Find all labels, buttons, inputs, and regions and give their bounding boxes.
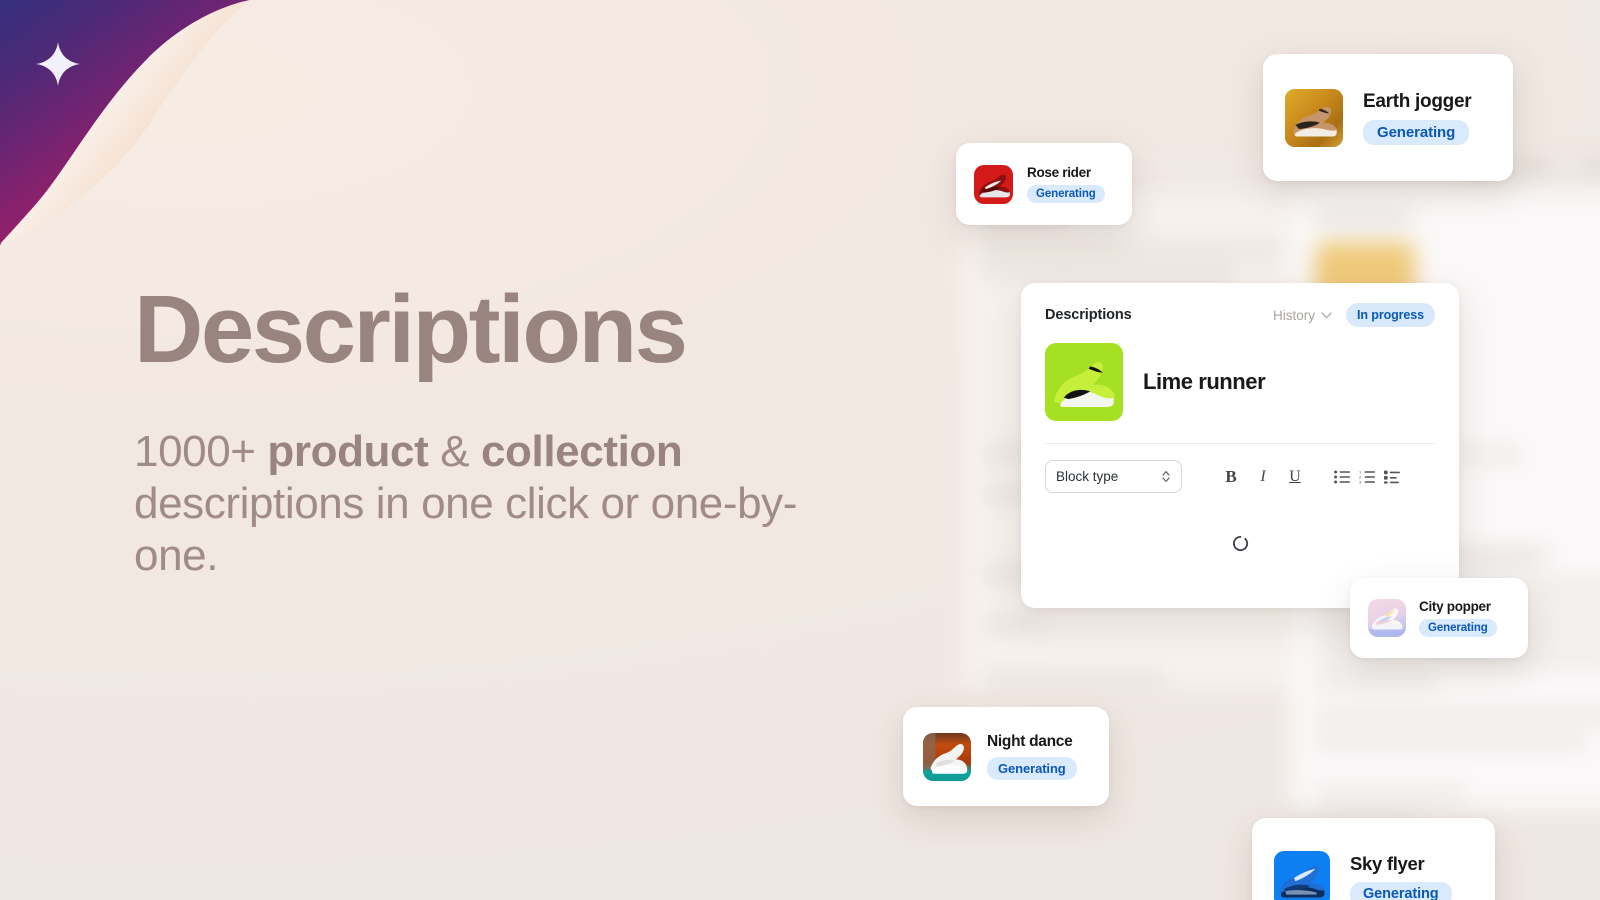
underline-button[interactable]: U (1284, 466, 1306, 488)
card-body: Rose rider Generating (1027, 165, 1105, 203)
card-body: Earth jogger Generating (1363, 90, 1472, 145)
subtitle-part-3: collection (480, 427, 683, 476)
card-body: Sky flyer Generating (1350, 853, 1452, 900)
select-arrows-icon (1162, 471, 1170, 482)
product-card-city-popper[interactable]: City popper Generating (1350, 578, 1528, 658)
history-label: History (1273, 307, 1316, 323)
history-dropdown[interactable]: History (1273, 308, 1332, 323)
card-status-badge: Generating (1363, 119, 1470, 145)
product-thumbnail (1274, 851, 1330, 900)
product-card-rose-rider[interactable]: Rose rider Generating (956, 143, 1132, 225)
product-name: Lime runner (1143, 369, 1266, 394)
sparkle-icon (36, 42, 80, 86)
product-thumbnail (974, 164, 1013, 204)
chevron-down-icon (1321, 311, 1332, 318)
page-curl-decoration (0, 0, 250, 250)
product-thumbnail (923, 732, 971, 781)
card-title: Rose rider (1027, 165, 1091, 180)
card-status-badge: Generating (987, 757, 1077, 780)
block-type-select[interactable]: Block type (1045, 460, 1182, 493)
bold-button[interactable]: B (1220, 466, 1242, 488)
numbered-list-icon[interactable]: 1 2 3 (1359, 470, 1375, 484)
text-format-group: B I U (1220, 466, 1306, 488)
descriptions-panel: Descriptions History In progress Lime ru… (1021, 283, 1459, 608)
card-body: City popper Generating (1419, 599, 1497, 637)
editor-toolbar: Block type B I U 1 2 3 (1045, 460, 1435, 493)
subtitle-part-2: & (428, 427, 481, 476)
panel-divider (1045, 443, 1435, 444)
loading-row (1045, 535, 1435, 552)
card-title: Night dance (987, 733, 1073, 750)
card-status-badge: Generating (1350, 881, 1452, 900)
panel-header: Descriptions History In progress (1045, 303, 1435, 327)
card-title: City popper (1419, 599, 1491, 614)
card-title: Earth jogger (1363, 90, 1472, 112)
hero-subtitle: 1000+ product & collection descriptions … (134, 426, 874, 582)
panel-header-actions: History In progress (1273, 303, 1435, 327)
card-status-badge: Generating (1027, 185, 1105, 203)
subtitle-part-1: product (267, 427, 429, 476)
block-type-label: Block type (1056, 469, 1119, 484)
product-thumbnail (1285, 88, 1343, 147)
italic-button[interactable]: I (1252, 466, 1274, 488)
card-status-badge: Generating (1419, 619, 1497, 637)
hero-section: Descriptions 1000+ product & collection … (134, 282, 894, 582)
subtitle-part-4: descriptions in one click or one-by-one. (134, 478, 798, 580)
card-body: Night dance Generating (987, 733, 1077, 780)
panel-title: Descriptions (1045, 307, 1132, 323)
panel-product-row: Lime runner (1045, 343, 1435, 421)
product-thumbnail (1368, 599, 1406, 637)
block-list-icon[interactable] (1384, 470, 1400, 484)
page-title: Descriptions (134, 276, 688, 383)
list-format-group: 1 2 3 (1334, 470, 1400, 484)
status-badge: In progress (1346, 303, 1435, 327)
product-card-night-dance[interactable]: Night dance Generating (903, 707, 1109, 806)
product-card-sky-flyer[interactable]: Sky flyer Generating (1252, 818, 1495, 900)
card-title: Sky flyer (1350, 852, 1425, 874)
bullet-list-icon[interactable] (1334, 470, 1350, 484)
subtitle-part-0: 1000+ (134, 427, 268, 476)
product-card-earth-jogger[interactable]: Earth jogger Generating (1263, 54, 1513, 181)
svg-text:3: 3 (1359, 479, 1362, 483)
spinner-icon (1232, 535, 1248, 551)
product-thumbnail (1045, 343, 1123, 421)
